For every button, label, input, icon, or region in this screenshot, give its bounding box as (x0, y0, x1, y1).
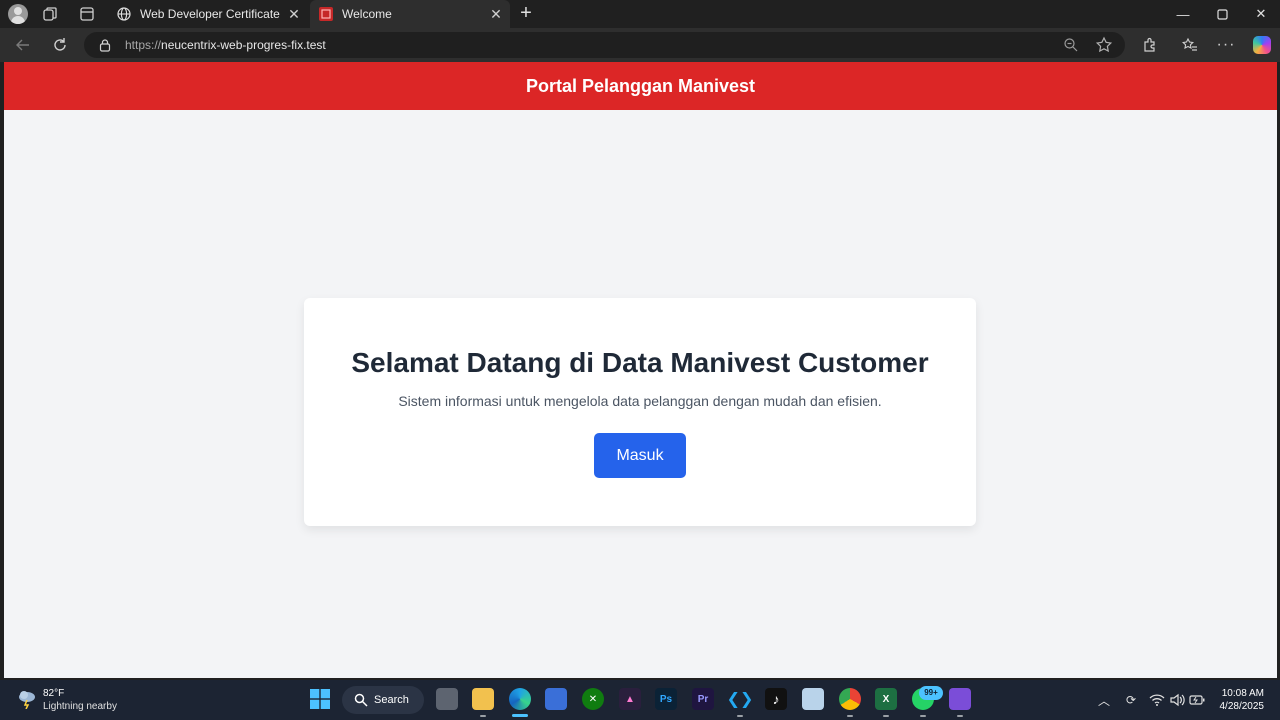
sync-icon[interactable]: ⟳ (1123, 692, 1139, 708)
search-label: Search (374, 694, 409, 706)
address-bar[interactable]: https://neucentrix-web-progres-fix.test (84, 32, 1125, 58)
back-arrow-icon[interactable] (11, 33, 35, 57)
refresh-icon[interactable] (48, 33, 72, 57)
taskbar-search[interactable]: Search (342, 686, 424, 714)
excel-icon[interactable]: X (875, 688, 897, 710)
welcome-card: Selamat Datang di Data Manivest Customer… (304, 298, 976, 526)
running-indicator (883, 715, 889, 717)
maximize-icon[interactable] (1203, 0, 1241, 28)
welcome-subtitle: Sistem informasi untuk mengelola data pe… (398, 393, 882, 409)
vscode-icon[interactable]: ❮❯ (727, 688, 753, 710)
tab-actions-icon[interactable] (79, 6, 95, 22)
login-button[interactable]: Masuk (594, 433, 686, 478)
page-viewport: Portal Pelanggan Manivest Selamat Datang… (4, 62, 1277, 678)
profile-avatar-icon[interactable] (8, 4, 28, 24)
close-tab-icon[interactable]: ✕ (284, 4, 304, 24)
remote-desktop-icon[interactable] (802, 688, 824, 710)
zoom-out-icon[interactable] (1063, 37, 1079, 53)
close-tab-icon[interactable]: ✕ (486, 4, 506, 24)
more-menu-icon[interactable]: ··· (1214, 33, 1238, 57)
copilot-icon[interactable] (1253, 36, 1271, 54)
search-icon (354, 693, 368, 707)
favorites-icon[interactable] (1178, 33, 1202, 57)
tab-title: Welcome (342, 7, 392, 21)
tab-welcome[interactable]: Welcome ✕ (310, 0, 510, 28)
browser-toolbar: https://neucentrix-web-progres-fix.test … (0, 28, 1280, 62)
running-indicator (737, 715, 743, 717)
extensions-icon[interactable] (1138, 33, 1162, 57)
database-app-icon[interactable] (949, 688, 971, 710)
photoshop-icon[interactable]: Ps (655, 688, 677, 710)
file-explorer-icon[interactable] (472, 688, 494, 710)
microsoft-store-icon[interactable] (545, 688, 567, 710)
site-favicon-icon (318, 6, 334, 22)
running-indicator (920, 715, 926, 717)
notification-badge: 99+ (919, 686, 943, 700)
battery-icon[interactable] (1189, 692, 1205, 708)
tab-title: Web Developer Certificate (140, 7, 280, 21)
weather-description[interactable]: Lightning nearby (43, 701, 117, 712)
welcome-heading: Selamat Datang di Data Manivest Customer (351, 347, 929, 378)
chrome-icon[interactable] (839, 688, 861, 710)
windows-start-icon[interactable] (309, 688, 331, 710)
browser-tab-bar: Web Developer Certificate ✕ Welcome ✕ + … (0, 0, 1280, 28)
wifi-icon[interactable] (1149, 692, 1165, 708)
clock-date[interactable]: 4/28/2025 (1220, 701, 1265, 712)
tiktok-icon[interactable]: ♪ (765, 688, 787, 710)
url-text[interactable]: https://neucentrix-web-progres-fix.test (125, 38, 326, 52)
workspaces-icon[interactable] (42, 6, 58, 22)
new-tab-icon[interactable]: + (515, 3, 537, 25)
running-indicator (957, 715, 963, 717)
minimize-icon[interactable]: — (1164, 0, 1202, 28)
task-view-icon[interactable] (436, 688, 458, 710)
favorite-star-icon[interactable] (1095, 36, 1113, 54)
weather-temperature[interactable]: 82°F (43, 688, 64, 699)
close-window-icon[interactable]: ✕ (1242, 0, 1280, 28)
running-indicator (480, 715, 486, 717)
running-indicator (847, 715, 853, 717)
tab-web-developer-certificate[interactable]: Web Developer Certificate ✕ (108, 0, 308, 28)
lock-icon[interactable] (98, 38, 112, 52)
globe-icon (116, 6, 132, 22)
premiere-pro-icon[interactable]: Pr (692, 688, 714, 710)
volume-icon[interactable] (1169, 692, 1185, 708)
xbox-icon[interactable]: ✕ (582, 688, 604, 710)
affinity-icon[interactable]: ▲ (619, 688, 641, 710)
show-hidden-icons-chevron-icon[interactable]: ︿ (1096, 692, 1112, 708)
windows-taskbar: 82°F Lightning nearby Search ✕ ▲ Ps Pr ❮… (0, 680, 1280, 720)
clock-time[interactable]: 10:08 AM (1222, 688, 1264, 699)
active-app-indicator (512, 714, 528, 717)
site-header: Portal Pelanggan Manivest (4, 62, 1277, 110)
site-title: Portal Pelanggan Manivest (525, 75, 756, 96)
weather-storm-icon[interactable] (16, 687, 38, 709)
edge-browser-icon[interactable] (509, 688, 531, 710)
